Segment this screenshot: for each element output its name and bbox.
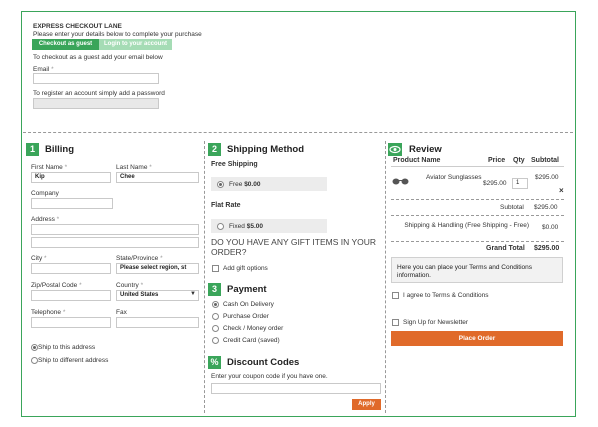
item-subtotal: $295.00 [535, 174, 559, 181]
newsletter-checkbox[interactable] [392, 319, 399, 326]
review-divider-1 [391, 199, 564, 200]
company-label: Company [31, 190, 59, 197]
coupon-hint: Enter your coupon code if you have one. [211, 373, 328, 380]
gift-question: DO YOU HAVE ANY GIFT ITEMS IN YOUR ORDER… [211, 237, 376, 257]
password-hint: To register an account simply add a pass… [33, 90, 165, 97]
telephone-label: Telephone * [31, 309, 66, 316]
fax-label: Fax [116, 309, 127, 316]
terms-box: Here you can place your Terms and Condit… [391, 257, 563, 283]
address-line1-field[interactable] [31, 224, 199, 235]
grand-total-label: Grand Total [486, 245, 525, 252]
last-name-label: Last Name * [116, 164, 152, 171]
apply-coupon-button[interactable]: Apply [352, 399, 381, 410]
zip-field[interactable] [31, 290, 111, 301]
review-header-line [391, 166, 564, 167]
col-product-name: Product Name [393, 157, 441, 164]
city-label: City * [31, 255, 47, 262]
shipping-step-number: 2 [208, 143, 221, 156]
state-label: State/Province * [116, 255, 163, 262]
payment-cc-radio[interactable] [212, 337, 219, 344]
flat-rate-radio[interactable] [217, 223, 224, 230]
divider-vertical-left [204, 141, 205, 413]
col-price: Price [488, 157, 506, 164]
item-qty-input[interactable]: 1 [512, 178, 528, 189]
email-field[interactable] [33, 73, 159, 84]
payment-check-label: Check / Money order [223, 325, 284, 332]
first-name-field[interactable]: Kip [31, 172, 111, 183]
state-select[interactable]: Please select region, st [116, 263, 199, 274]
item-price: $295.00 [483, 180, 507, 187]
shipping-handling-label: Shipping & Handling (Free Shipping - Fre… [404, 222, 529, 229]
tab-checkout-guest[interactable]: Checkout as guest [32, 39, 99, 50]
payment-po-radio[interactable] [212, 313, 219, 320]
payment-cc-label: Credit Card (saved) [223, 337, 280, 344]
divider-horizontal [23, 132, 573, 133]
telephone-field[interactable] [31, 317, 111, 328]
guest-hint: To checkout as a guest add your email be… [33, 54, 163, 61]
country-label: Country * [116, 282, 144, 289]
free-shipping-heading: Free Shipping [211, 161, 258, 168]
address-line2-field[interactable] [31, 237, 199, 248]
ship-same-radio[interactable] [31, 344, 38, 351]
company-field[interactable] [31, 198, 113, 209]
shipping-handling-value: $0.00 [542, 224, 559, 231]
payment-cod-radio[interactable] [212, 301, 219, 308]
col-subtotal: Subtotal [531, 157, 559, 164]
place-order-button[interactable]: Place Order [391, 331, 563, 346]
payment-check-radio[interactable] [212, 325, 219, 332]
discount-icon: % [208, 356, 221, 369]
gift-options-checkbox[interactable] [212, 265, 219, 272]
payment-cod-label: Cash On Delivery [223, 301, 274, 308]
flat-rate-heading: Flat Rate [211, 202, 241, 209]
zip-label: Zip/Postal Code * [31, 282, 82, 289]
newsletter-label: Sign Up for Newsletter [403, 319, 469, 326]
item-name: Aviator Sunglasses [426, 174, 482, 181]
product-thumbnail [392, 178, 409, 185]
address-label: Address * [31, 216, 60, 223]
col-qty: Qty [513, 157, 525, 164]
ship-different-label: Ship to different address [38, 357, 109, 364]
payment-po-label: Purchase Order [223, 313, 269, 320]
grand-total-value: $295.00 [534, 245, 560, 252]
country-select[interactable]: United States [116, 290, 199, 301]
billing-step-number: 1 [26, 143, 39, 156]
city-field[interactable] [31, 263, 111, 274]
gift-options-label: Add gift options [223, 265, 268, 272]
express-subtitle: Please enter your details below to compl… [33, 31, 202, 38]
shipping-title: Shipping Method [227, 144, 305, 155]
flat-rate-label: Fixed $5.00 [229, 223, 263, 230]
payment-title: Payment [227, 284, 267, 295]
password-field[interactable] [33, 98, 159, 109]
fax-field[interactable] [116, 317, 199, 328]
agree-terms-checkbox[interactable] [392, 292, 399, 299]
express-title: EXPRESS CHECKOUT LANE [33, 23, 122, 30]
chevron-down-icon: ▼ [190, 291, 196, 297]
payment-step-number: 3 [208, 283, 221, 296]
email-label: Email * [33, 66, 54, 73]
ship-same-label: Ship to this address [38, 344, 96, 351]
agree-terms-label: I agree to Terms & Conditions [403, 292, 489, 299]
first-name-label: First Name * [31, 164, 68, 171]
discount-title: Discount Codes [227, 357, 300, 368]
ship-different-radio[interactable] [31, 357, 38, 364]
last-name-field[interactable]: Chee [116, 172, 199, 183]
review-divider-3 [391, 241, 564, 242]
billing-title: Billing [45, 144, 75, 155]
remove-item-icon[interactable]: × [559, 186, 564, 195]
free-shipping-label: Free $0.00 [229, 181, 261, 188]
subtotal-value: $295.00 [534, 204, 558, 211]
divider-vertical-right [385, 141, 386, 413]
eye-icon [388, 143, 402, 156]
free-shipping-radio[interactable] [217, 181, 224, 188]
coupon-input[interactable] [211, 383, 381, 394]
review-title: Review [409, 144, 442, 155]
tab-login-account[interactable]: Login to your account [99, 39, 172, 50]
review-divider-2 [391, 215, 564, 216]
subtotal-label: Subtotal [500, 204, 524, 211]
